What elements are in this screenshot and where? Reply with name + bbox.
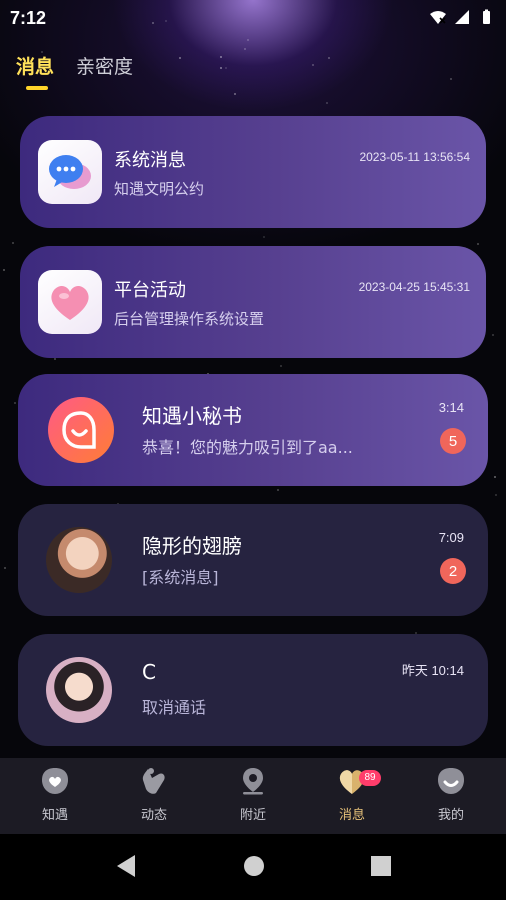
unread-badge: 5 (440, 428, 466, 454)
tab-label: 消息 (16, 56, 55, 78)
nav-label: 消息 (338, 808, 365, 823)
star (477, 243, 479, 245)
star (54, 358, 56, 360)
star (220, 67, 222, 69)
conversation-preview: 后台管理操作系统设置 (114, 310, 265, 328)
conversation-platform-activity[interactable]: 平台活动 后台管理操作系统设置 2023-04-25 15:45:31 (20, 246, 486, 358)
star (179, 57, 181, 59)
battery-icon (483, 9, 490, 24)
conversation-title: 知遇小秘书 (142, 404, 242, 428)
tab-messages[interactable]: 消息 (16, 52, 55, 90)
system-nav-bar (0, 834, 506, 900)
bottom-nav: 知遇 动态 附近 89 消息 我的 (0, 758, 506, 834)
user-avatar (46, 527, 112, 593)
finger-heart-icon (142, 768, 165, 794)
star (225, 67, 227, 69)
chat-bubbles-icon (38, 140, 102, 204)
location-pin-icon (243, 768, 263, 795)
wifi-icon (430, 11, 446, 24)
nav-label: 我的 (437, 808, 464, 823)
star (326, 102, 328, 104)
conversation-title: 隐形的翅膀 (142, 534, 242, 558)
conversation-title: 系统消息 (114, 150, 186, 171)
conversation-preview: 恭喜！您的魅力吸引到了aa... (142, 438, 353, 457)
conversation-preview: 取消通话 (142, 698, 207, 717)
star (328, 57, 330, 59)
conversation-preview: [系统消息] (142, 568, 219, 587)
star (4, 567, 6, 569)
signal-icon (455, 10, 469, 24)
recents-icon[interactable] (370, 854, 392, 878)
conversation-time: 2023-04-25 15:45:31 (358, 280, 470, 294)
conversation-c[interactable]: C 取消通话 昨天 10:14 (18, 634, 488, 746)
heart-icon (38, 270, 102, 334)
conversation-time: 7:09 (438, 530, 464, 545)
tab-label: 亲密度 (76, 56, 134, 78)
star (220, 56, 222, 58)
active-tab-indicator (26, 86, 48, 90)
nav-item-moments[interactable]: 动态 (119, 766, 189, 823)
star (492, 334, 494, 336)
nav-item-zhiyu[interactable]: 知遇 (20, 766, 90, 823)
star (450, 78, 452, 80)
star (277, 489, 279, 491)
nav-item-messages[interactable]: 89 消息 (317, 766, 387, 823)
nav-label: 知遇 (41, 808, 68, 823)
star (234, 93, 236, 95)
conversation-title: C (142, 660, 156, 684)
conversation-invisible-wings[interactable]: 隐形的翅膀 [系统消息] 7:09 2 (18, 504, 488, 616)
conversation-system-messages[interactable]: 系统消息 知遇文明公约 2023-05-11 13:56:54 (20, 116, 486, 228)
star (280, 365, 282, 367)
home-icon[interactable] (243, 854, 265, 878)
user-avatar (46, 657, 112, 723)
conversation-time: 3:14 (438, 400, 464, 415)
star (12, 242, 14, 244)
heart-badge-icon (42, 768, 68, 794)
star (494, 476, 496, 478)
status-time: 7:12 (10, 8, 47, 28)
tab-intimacy[interactable]: 亲密度 (76, 52, 133, 79)
nav-label: 附近 (239, 808, 266, 823)
star (247, 39, 249, 41)
star (3, 269, 5, 271)
star (312, 64, 314, 66)
status-bar: 7:12 (0, 0, 506, 36)
star (263, 236, 265, 238)
star (14, 402, 16, 404)
unread-badge: 2 (440, 558, 466, 584)
nav-unread-badge: 89 (359, 770, 381, 786)
nav-label: 动态 (140, 808, 167, 823)
conversation-preview: 知遇文明公约 (114, 180, 205, 198)
star (244, 48, 246, 50)
conversation-time: 昨天 10:14 (401, 663, 464, 678)
conversation-secretary[interactable]: 知遇小秘书 恭喜！您的魅力吸引到了aa... 3:14 5 (18, 374, 488, 486)
conversation-time: 2023-05-11 13:56:54 (359, 150, 470, 164)
nav-item-mine[interactable]: 我的 (416, 766, 486, 823)
star (495, 494, 497, 496)
top-tabs: 消息 亲密度 (16, 52, 133, 90)
back-icon[interactable] (115, 854, 137, 878)
nav-item-nearby[interactable]: 附近 (218, 766, 288, 823)
smile-logo-icon (48, 397, 114, 463)
profile-icon (438, 768, 464, 794)
conversation-title: 平台活动 (114, 280, 186, 301)
